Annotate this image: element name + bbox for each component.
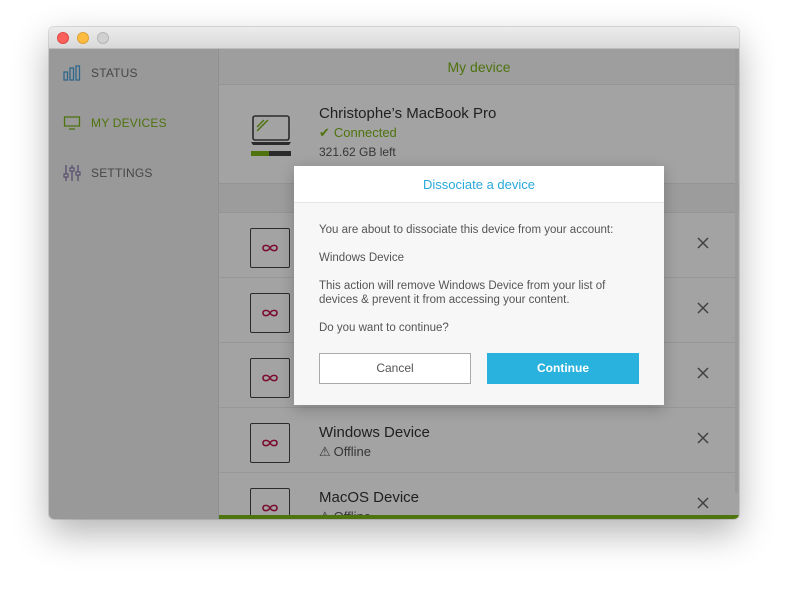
minimize-window-button[interactable] (77, 32, 89, 44)
dialog-device-name: Windows Device (319, 252, 404, 264)
app-window: STATUS MY DEVICES SETTINGS My device Chr… (49, 27, 739, 519)
dialog-message: You are about to dissociate this device … (319, 224, 614, 236)
dialog-title: Dissociate a device (294, 166, 664, 203)
dissociate-dialog: Dissociate a device You are about to dis… (294, 166, 664, 405)
dialog-question: Do you want to continue? (319, 322, 449, 334)
cancel-button[interactable]: Cancel (319, 353, 471, 384)
scrollbar[interactable] (735, 49, 738, 493)
title-bar (49, 27, 739, 49)
zoom-window-button[interactable] (97, 32, 109, 44)
close-window-button[interactable] (57, 32, 69, 44)
continue-button[interactable]: Continue (487, 353, 639, 384)
dialog-warning: This action will remove Windows Device f… (319, 280, 606, 306)
